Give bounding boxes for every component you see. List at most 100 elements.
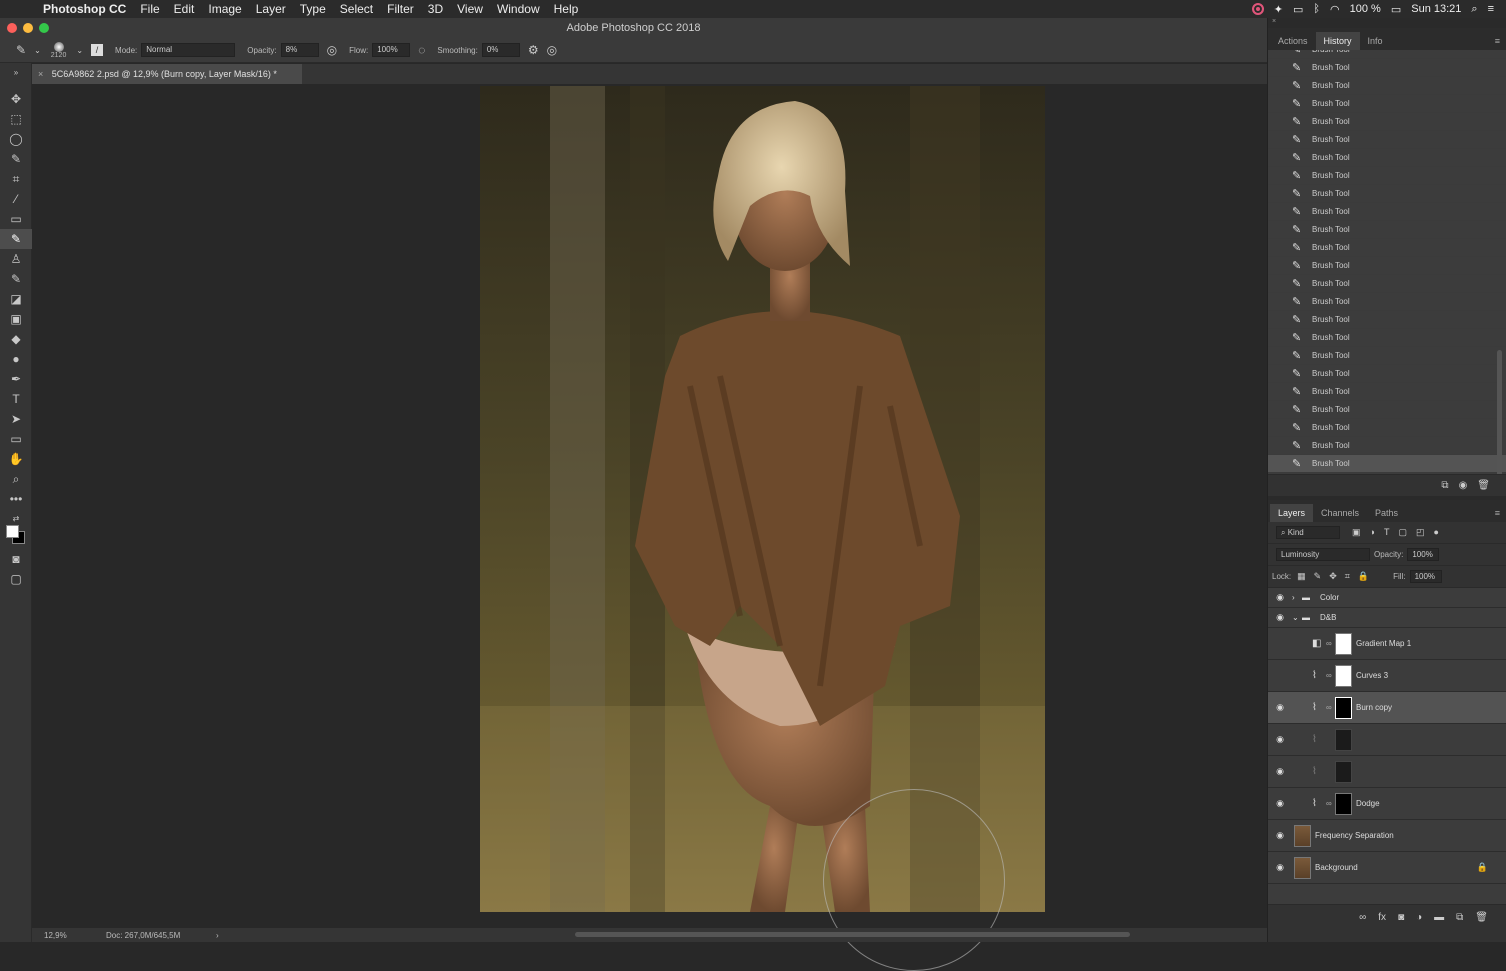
history-item[interactable]: ✎ Brush Tool [1268, 437, 1506, 455]
history-item[interactable]: ✎ Brush Tool [1268, 77, 1506, 95]
color-swatches[interactable] [0, 523, 32, 549]
lock-pixels-icon[interactable]: ✎ [1314, 571, 1322, 582]
document-tab[interactable]: × 5C6A9862 2.psd @ 12,9% (Burn copy, Lay… [32, 64, 302, 84]
history-item[interactable]: ✎ Brush Tool [1268, 131, 1506, 149]
zoom-tool-icon[interactable]: ⌕ [0, 469, 32, 489]
lasso-tool-icon[interactable]: ◯ [0, 129, 32, 149]
history-item[interactable]: ✎ Brush Tool [1268, 401, 1506, 419]
link-icon[interactable]: ∞ [1326, 639, 1335, 648]
adjustment-layer-icon[interactable]: ◑ [1416, 912, 1422, 923]
panel-dock-close-icon[interactable]: × [1268, 18, 1506, 28]
history-item[interactable]: ✎ Brush Tool [1268, 59, 1506, 77]
history-item[interactable]: ✎ Brush Tool [1268, 257, 1506, 275]
layer-gradient-map[interactable]: ◧ ∞ Gradient Map 1 [1268, 628, 1506, 660]
brush-size-picker[interactable]: 2120 [51, 41, 66, 59]
chevron-down-icon[interactable]: ⌄ [34, 46, 41, 55]
menu-file[interactable]: File [140, 2, 159, 16]
airplay-icon[interactable]: ▭ [1293, 3, 1303, 16]
tab-paths[interactable]: Paths [1367, 504, 1406, 522]
path-selection-tool-icon[interactable]: ➤ [0, 409, 32, 429]
history-item[interactable]: ✎ Brush Tool [1268, 149, 1506, 167]
foreground-color-swatch[interactable] [6, 525, 19, 538]
menu-type[interactable]: Type [300, 2, 326, 16]
brush-preset-icon[interactable]: ✎ [16, 43, 26, 57]
layer-thumbnail[interactable] [1294, 856, 1311, 879]
status-menu-arrow-icon[interactable]: › [216, 931, 219, 940]
lock-artboard-icon[interactable]: ⌗ [1345, 571, 1350, 582]
flow-input[interactable]: 100% [372, 43, 411, 57]
lock-position-icon[interactable]: ✥ [1329, 571, 1337, 582]
layer-mask-thumbnail[interactable] [1335, 664, 1352, 687]
eye-icon[interactable]: ◉ [1268, 734, 1292, 745]
marquee-tool-icon[interactable]: ⬚ [0, 109, 32, 129]
move-tool-icon[interactable]: ✥ [0, 89, 32, 109]
quick-mask-icon[interactable]: ◙ [0, 549, 32, 569]
new-snapshot-icon[interactable]: ◉ [1459, 480, 1468, 491]
new-layer-icon[interactable]: ⧉ [1456, 912, 1463, 923]
layer-curves[interactable]: ⌇ ∞ Curves 3 [1268, 660, 1506, 692]
history-item[interactable]: ✎ Brush Tool [1268, 347, 1506, 365]
fill-input[interactable]: 100% [1409, 570, 1442, 583]
eraser-tool-icon[interactable]: ◪ [0, 289, 32, 309]
close-tab-icon[interactable]: × [38, 69, 43, 79]
brush-tool-icon[interactable]: ✎ [0, 229, 32, 249]
history-brush-tool-icon[interactable]: ✎ [0, 269, 32, 289]
menu-layer[interactable]: Layer [256, 2, 286, 16]
eye-icon[interactable]: ◉ [1268, 612, 1292, 623]
bluetooth-icon[interactable]: ᛒ [1313, 3, 1320, 15]
pressure-size-icon[interactable]: ◎ [547, 43, 557, 57]
menu-window[interactable]: Window [497, 2, 540, 16]
clock[interactable]: Sun 13:21 [1411, 3, 1461, 15]
screen-mode-icon[interactable]: ▢ [0, 569, 32, 589]
tab-actions[interactable]: Actions [1270, 32, 1316, 50]
opacity-input[interactable]: 8% [280, 43, 319, 57]
new-document-from-state-icon[interactable]: ⧉ [1441, 480, 1448, 491]
history-item[interactable]: ✎ Brush Tool [1268, 275, 1506, 293]
lock-transparent-icon[interactable]: ▦ [1297, 571, 1306, 582]
layer-mask-thumbnail[interactable] [1335, 792, 1352, 815]
layer-opacity-input[interactable]: 100% [1407, 548, 1440, 561]
more-tools-icon[interactable]: ••• [0, 489, 32, 509]
gear-icon[interactable]: ⚙ [528, 43, 539, 57]
lock-all-icon[interactable]: 🔒 [1358, 571, 1369, 582]
history-item[interactable]: ✎ Brush Tool [1268, 167, 1506, 185]
quick-selection-tool-icon[interactable]: ✎ [0, 149, 32, 169]
eye-icon[interactable]: ◉ [1268, 830, 1292, 841]
layer-burn-copy[interactable]: ◉ ⌇ ∞ Burn copy [1268, 692, 1506, 724]
menu-filter[interactable]: Filter [387, 2, 414, 16]
history-item[interactable]: ✎ Brush Tool [1268, 293, 1506, 311]
clone-stamp-tool-icon[interactable]: ♙ [0, 249, 32, 269]
tab-info[interactable]: Info [1360, 32, 1391, 50]
chevron-down-icon[interactable]: ⌄ [1292, 613, 1302, 622]
layer-mask-thumbnail[interactable] [1335, 760, 1352, 783]
layer-unnamed-2[interactable]: ◉ ⌇ [1268, 756, 1506, 788]
history-item[interactable]: ✎ Brush Tool [1268, 455, 1506, 473]
healing-brush-tool-icon[interactable]: ▭ [0, 209, 32, 229]
delete-layer-icon[interactable]: 🗑 [1475, 912, 1488, 923]
history-item[interactable]: ✎ Brush Tool [1268, 239, 1506, 257]
layer-frequency-separation[interactable]: ◉ Frequency Separation [1268, 820, 1506, 852]
history-scrollbar[interactable] [1497, 350, 1502, 474]
tab-layers[interactable]: Layers [1270, 504, 1314, 522]
swap-colors-icon[interactable]: ⇄ [0, 509, 32, 523]
smoothing-input[interactable]: 0% [481, 43, 520, 57]
app-name-menu[interactable]: Photoshop CC [43, 2, 126, 16]
layer-filter-kind-select[interactable]: ⌕ Kind [1276, 526, 1340, 539]
mode-select[interactable]: Normal [141, 43, 236, 57]
battery-percent[interactable]: 100 % [1350, 3, 1381, 15]
history-item[interactable]: ✎ Brush Tool [1268, 383, 1506, 401]
tab-channels[interactable]: Channels [1313, 504, 1367, 522]
zoom-level[interactable]: 12,9% [44, 931, 106, 940]
eye-icon[interactable]: ◉ [1268, 592, 1292, 603]
history-item[interactable]: ✎ Brush Tool [1268, 50, 1506, 59]
layer-mask-thumbnail[interactable] [1335, 696, 1352, 719]
filter-adjustment-icon[interactable]: ◑ [1370, 527, 1375, 538]
history-item[interactable]: ✎ Brush Tool [1268, 185, 1506, 203]
new-group-icon[interactable]: ▬ [1434, 912, 1444, 923]
filter-pixel-icon[interactable]: ▣ [1352, 527, 1361, 538]
link-layers-icon[interactable]: ∞ [1359, 912, 1366, 923]
history-item[interactable]: ✎ Brush Tool [1268, 203, 1506, 221]
layer-unnamed-1[interactable]: ◉ ⌇ [1268, 724, 1506, 756]
close-window-button[interactable] [7, 23, 17, 33]
type-tool-icon[interactable]: T [0, 389, 32, 409]
